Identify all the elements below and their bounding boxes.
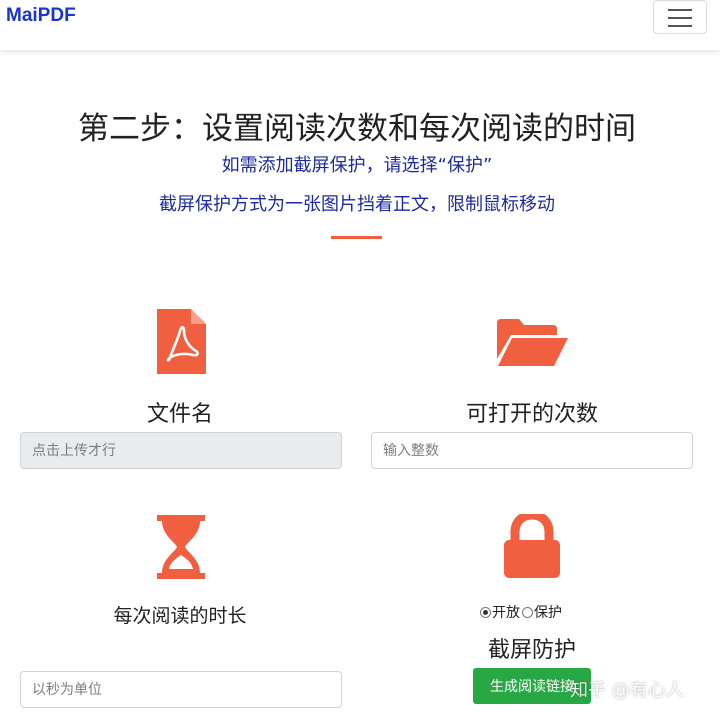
open-count-label: 可打开的次数 <box>465 402 598 427</box>
read-duration-label: 每次阅读的时长 <box>113 605 247 627</box>
open-radio-label[interactable]: 开放 <box>492 602 520 622</box>
subtitle-protection-hint: 如需添加截屏保护，请选择“保护” <box>221 155 493 176</box>
pdf-file-icon <box>157 309 206 374</box>
read-duration-input[interactable] <box>20 671 342 708</box>
subtitle-protection-description: 截屏保护方式为一张图片挡着正文，限制鼠标移动 <box>159 194 555 215</box>
open-radio[interactable] <box>480 606 491 618</box>
folder-open-icon <box>497 319 568 366</box>
open-count-input[interactable] <box>371 432 693 469</box>
file-name-label: 文件名 <box>146 402 213 427</box>
page-title: 第二步：设置阅读次数和每次阅读的时间 <box>78 111 636 147</box>
top-navbar: MaiPDF <box>0 0 720 50</box>
screenshot-protection-label: 截屏防护 <box>487 638 576 663</box>
hourglass-icon <box>157 515 205 579</box>
section-divider <box>331 236 382 239</box>
protection-radio-group: 开放 保护 <box>480 602 590 622</box>
lock-icon <box>504 514 560 578</box>
brand-logo[interactable]: MaiPDF <box>6 5 76 27</box>
menu-toggle-button[interactable] <box>653 0 707 34</box>
file-name-field[interactable] <box>20 432 342 469</box>
hamburger-menu-icon <box>668 17 692 19</box>
protect-radio[interactable] <box>522 606 533 618</box>
watermark-text: 知乎 @有心人 <box>570 680 684 701</box>
hamburger-menu-icon <box>668 9 692 11</box>
hamburger-menu-icon <box>668 25 692 27</box>
protect-radio-label[interactable]: 保护 <box>534 602 562 622</box>
